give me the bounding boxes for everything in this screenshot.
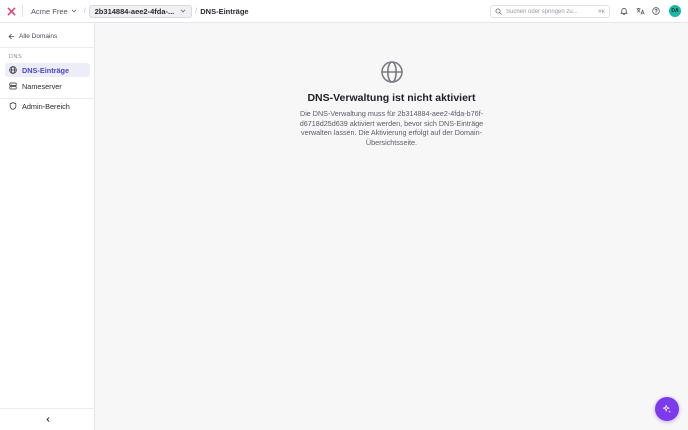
arrow-left-icon — [8, 33, 15, 40]
org-name: Acme Free — [31, 6, 68, 16]
sparkle-icon — [662, 404, 671, 413]
divider — [0, 47, 95, 48]
globe-icon — [380, 61, 403, 83]
server-icon — [9, 82, 17, 90]
search-icon — [495, 8, 502, 15]
sidebar-item-label: DNS-Einträge — [22, 65, 70, 75]
search-placeholder: Suchen oder springen zu... — [506, 8, 578, 15]
collapse-sidebar-button[interactable] — [42, 414, 54, 424]
help-icon[interactable] — [651, 5, 661, 17]
chevron-down-icon — [181, 9, 186, 13]
divider — [22, 5, 23, 17]
top-bar: Acme Free / 2b314884-aee2-4fda-... / DNS… — [0, 0, 688, 23]
sidebar: Alle Domains DNS DNS-Einträge Nameserver… — [0, 23, 95, 430]
sidebar-item-label: Nameserver — [22, 81, 62, 91]
sidebar-item-admin[interactable]: Admin-Bereich — [5, 99, 90, 113]
domain-selector[interactable]: 2b314884-aee2-4fda-... — [88, 4, 193, 18]
sidebar-item-nameserver[interactable]: Nameserver — [5, 79, 90, 93]
search-shortcut: ⌘K — [598, 8, 605, 15]
breadcrumb-separator: / — [195, 7, 198, 15]
globe-icon — [9, 66, 17, 74]
domain-selector-label: 2b314884-aee2-4fda-... — [94, 6, 175, 16]
org-switcher[interactable]: Acme Free — [27, 7, 81, 16]
sidebar-section-label: DNS — [9, 54, 23, 60]
empty-state: DNS-Verwaltung ist nicht aktiviert Die D… — [95, 60, 688, 147]
chevron-down-icon — [71, 9, 76, 13]
chevron-left-icon — [46, 416, 50, 422]
divider — [0, 408, 95, 409]
empty-state-title: DNS-Verwaltung ist nicht aktiviert — [307, 92, 476, 104]
top-actions: DA — [619, 5, 681, 17]
translate-icon[interactable] — [635, 5, 645, 17]
back-to-all-domains-link[interactable]: Alle Domains — [8, 33, 57, 40]
search-input[interactable]: Suchen oder springen zu... ⌘K — [490, 5, 610, 18]
assistant-button[interactable] — [655, 397, 679, 421]
empty-state-description: Die DNS-Verwaltung muss für 2b314884-aee… — [299, 109, 484, 147]
shield-icon — [9, 102, 17, 110]
avatar[interactable]: DA — [669, 5, 681, 17]
sidebar-item-dns-records[interactable]: DNS-Einträge — [5, 63, 90, 77]
breadcrumb-current: DNS-Einträge — [200, 6, 249, 16]
bell-icon[interactable] — [619, 5, 629, 17]
breadcrumb-separator: / — [83, 7, 86, 15]
back-link-label: Alle Domains — [19, 33, 58, 40]
sidebar-item-label: Admin-Bereich — [22, 101, 70, 111]
app-logo-icon[interactable] — [0, 0, 22, 23]
